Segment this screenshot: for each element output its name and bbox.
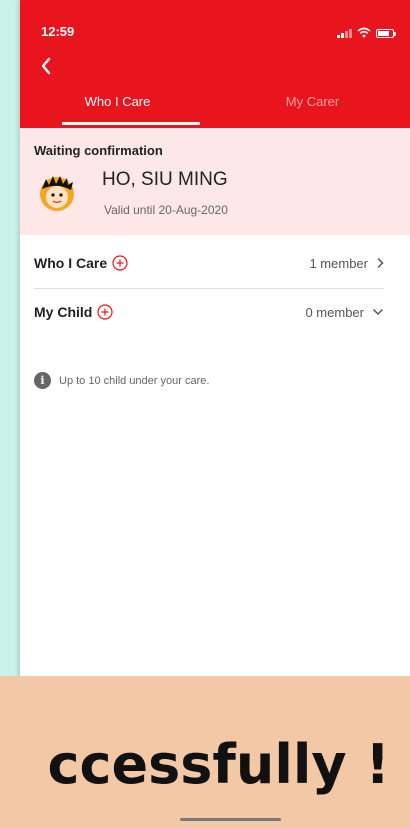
banner-text: ccessfully !	[47, 733, 390, 796]
battery-icon	[376, 29, 396, 38]
row-label: My Child	[34, 304, 93, 320]
member-count: 1 member	[309, 255, 368, 271]
chevron-left-icon	[41, 57, 51, 75]
info-icon: i	[34, 372, 51, 389]
chevron-down-icon	[372, 308, 384, 316]
valid-until-text: Valid until 20-Aug-2020	[104, 203, 228, 217]
chevron-right-icon	[376, 257, 384, 269]
active-tab-indicator	[62, 122, 200, 125]
avatar	[40, 176, 74, 211]
add-circle-icon[interactable]	[112, 255, 128, 271]
wifi-icon	[357, 27, 371, 38]
my-child-row[interactable]: My Child 0 member	[34, 292, 384, 332]
add-circle-icon[interactable]	[97, 304, 113, 320]
info-text: Up to 10 child under your care.	[59, 374, 210, 387]
tab-bar: Who I Care My Carer	[20, 88, 410, 128]
waiting-title: Waiting confirmation	[34, 143, 163, 158]
status-time: 12:59	[41, 24, 75, 39]
signal-icon	[337, 29, 352, 38]
info-note: i Up to 10 child under your care.	[34, 372, 209, 389]
status-icons	[337, 26, 396, 38]
tab-label: My Carer	[285, 94, 340, 109]
home-indicator	[180, 818, 281, 821]
row-label: Who I Care	[34, 255, 108, 271]
tab-label: Who I Care	[84, 94, 151, 109]
waiting-confirmation-card: Waiting confirmation HO, SIU MING Valid …	[20, 128, 410, 235]
member-count: 0 member	[305, 304, 364, 320]
tab-my-carer[interactable]: My Carer	[215, 88, 410, 128]
back-button[interactable]	[34, 52, 58, 80]
who-i-care-row[interactable]: Who I Care 1 member	[34, 243, 384, 283]
divider	[34, 288, 384, 289]
overlay-banner: ccessfully !	[0, 676, 410, 828]
app-header: 12:59 Who I Care My Carer	[20, 0, 410, 128]
person-name: HO, SIU MING	[102, 169, 228, 190]
